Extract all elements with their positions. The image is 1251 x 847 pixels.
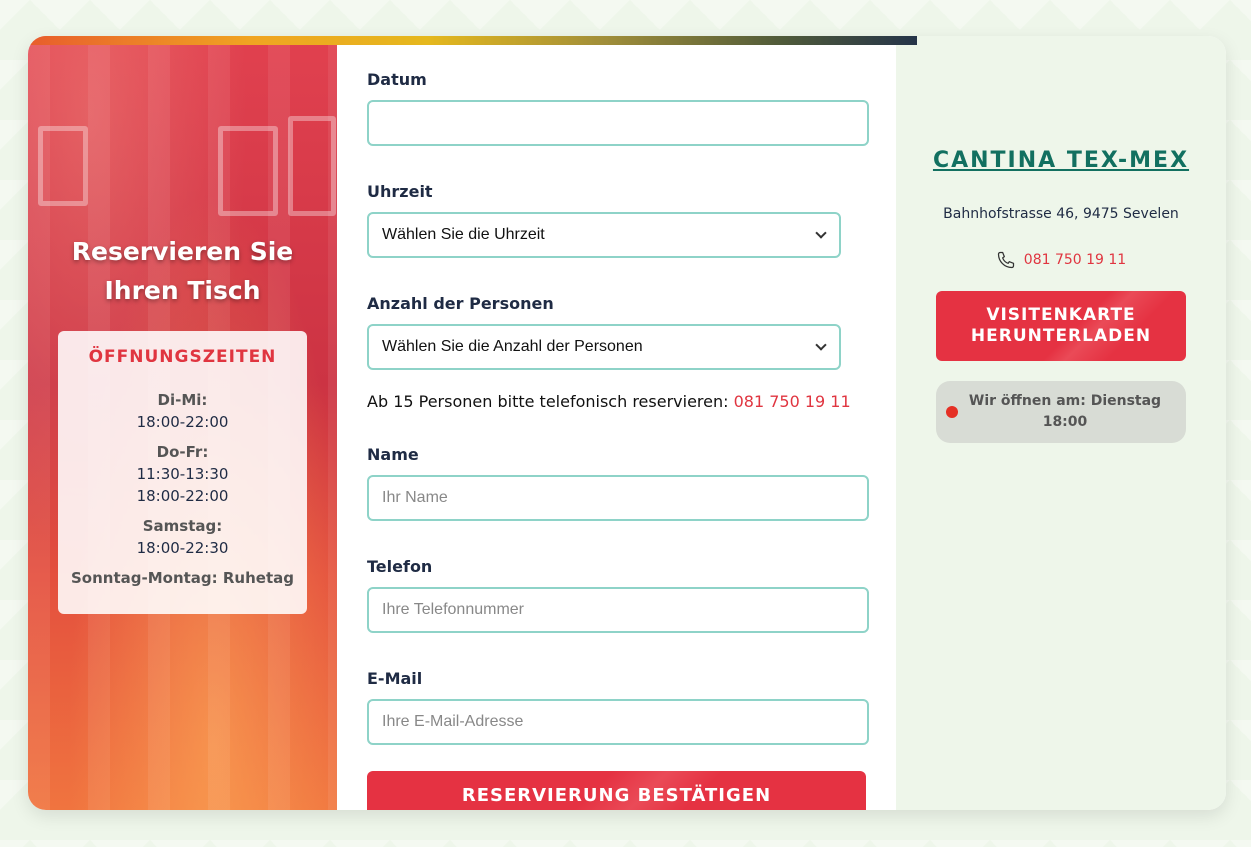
- large-group-phone-link[interactable]: 081 750 19 11: [734, 392, 851, 411]
- vcard-label: HERUNTERLADEN: [970, 326, 1152, 346]
- chair-shape: [288, 116, 336, 216]
- restaurant-photo-panel: Reservieren Sie Ihren Tisch ÖFFNUNGSZEIT…: [28, 36, 337, 810]
- restaurant-info-panel: CANTINA TEX-MEX Bahnhofstrasse 46, 9475 …: [896, 36, 1226, 810]
- phone-icon: [997, 251, 1014, 269]
- hours-time: 18:00-22:00: [136, 487, 229, 505]
- accent-gradient-bar: [28, 36, 917, 45]
- chevron-down-icon: [815, 227, 827, 239]
- hours-day: Di-Mi:: [157, 391, 208, 409]
- name-block: Name: [367, 445, 869, 521]
- persons-label: Anzahl der Personen: [367, 294, 554, 313]
- hours-time: 18:00-22:00: [136, 413, 229, 431]
- time-select-value: Wählen Sie die Uhrzeit: [382, 226, 545, 243]
- phone-link[interactable]: 081 750 19 11: [1024, 252, 1126, 268]
- persons-block: Anzahl der Personen Wählen Sie die Anzah…: [367, 294, 866, 370]
- phone-block: Telefon: [367, 557, 869, 633]
- persons-select[interactable]: Wählen Sie die Anzahl der Personen: [367, 324, 841, 370]
- hero-title: Reservieren Sie Ihren Tisch: [28, 232, 337, 310]
- chevron-down-icon: [815, 339, 827, 351]
- confirm-reservation-button[interactable]: RESERVIERUNG BESTÄTIGEN: [367, 771, 866, 810]
- persons-select-value: Wählen Sie die Anzahl der Personen: [382, 338, 643, 355]
- hours-time: 11:30-13:30: [136, 465, 229, 483]
- phone-row[interactable]: 081 750 19 11: [896, 250, 1226, 270]
- email-input[interactable]: [367, 699, 869, 745]
- hours-day: Do-Fr:: [156, 443, 209, 461]
- hero-title-line: Ihren Tisch: [104, 276, 261, 305]
- reservation-form: Datum Uhrzeit Wählen Sie die Uhrzeit Anz…: [337, 36, 896, 810]
- time-select[interactable]: Wählen Sie die Uhrzeit: [367, 212, 841, 258]
- download-vcard-button[interactable]: VISITENKARTE HERUNTERLADEN: [936, 291, 1186, 361]
- date-block: Datum: [367, 70, 869, 146]
- address-text: Bahnhofstrasse 46, 9475 Sevelen: [943, 206, 1179, 222]
- opening-hours-heading: ÖFFNUNGSZEITEN: [88, 347, 277, 367]
- hours-group: Di-Mi: 18:00-22:00: [58, 389, 307, 433]
- opening-hours-box: ÖFFNUNGSZEITEN Di-Mi: 18:00-22:00 Do-Fr:…: [58, 331, 307, 614]
- date-input[interactable]: [367, 100, 869, 146]
- opening-status: Wir öffnen am: Dienstag 18:00: [936, 381, 1186, 443]
- vcard-label: VISITENKARTE: [986, 305, 1136, 325]
- status-dot-icon: [946, 406, 958, 418]
- hours-group: Samstag: 18:00-22:30: [58, 515, 307, 559]
- large-group-note: Ab 15 Personen bitte telefonisch reservi…: [367, 392, 866, 411]
- date-label: Datum: [367, 70, 427, 89]
- chair-shape: [38, 126, 88, 206]
- hero-title-line: Reservieren Sie: [71, 237, 294, 266]
- time-block: Uhrzeit Wählen Sie die Uhrzeit: [367, 182, 866, 258]
- email-block: E-Mail: [367, 669, 869, 745]
- hours-time: 18:00-22:30: [136, 539, 229, 557]
- time-label: Uhrzeit: [367, 182, 433, 201]
- hours-group: Sonntag-Montag: Ruhetag: [58, 567, 307, 589]
- brand-link[interactable]: CANTINA TEX-MEX: [896, 148, 1226, 173]
- status-text: Wir öffnen am: Dienstag 18:00: [958, 391, 1186, 433]
- name-label: Name: [367, 445, 419, 464]
- name-input[interactable]: [367, 475, 869, 521]
- status-line: 18:00: [1042, 414, 1088, 430]
- phone-label: Telefon: [367, 557, 433, 576]
- status-line: Wir öffnen am: Dienstag: [968, 393, 1162, 409]
- hours-day: Samstag:: [142, 517, 223, 535]
- reservation-card: Reservieren Sie Ihren Tisch ÖFFNUNGSZEIT…: [28, 36, 1226, 810]
- large-group-note-text: Ab 15 Personen bitte telefonisch reservi…: [367, 392, 729, 411]
- hours-day: Sonntag-Montag: Ruhetag: [71, 569, 294, 587]
- chair-shape: [218, 126, 278, 216]
- hours-group: Do-Fr: 11:30-13:30 18:00-22:00: [58, 441, 307, 507]
- phone-input[interactable]: [367, 587, 869, 633]
- email-label: E-Mail: [367, 669, 423, 688]
